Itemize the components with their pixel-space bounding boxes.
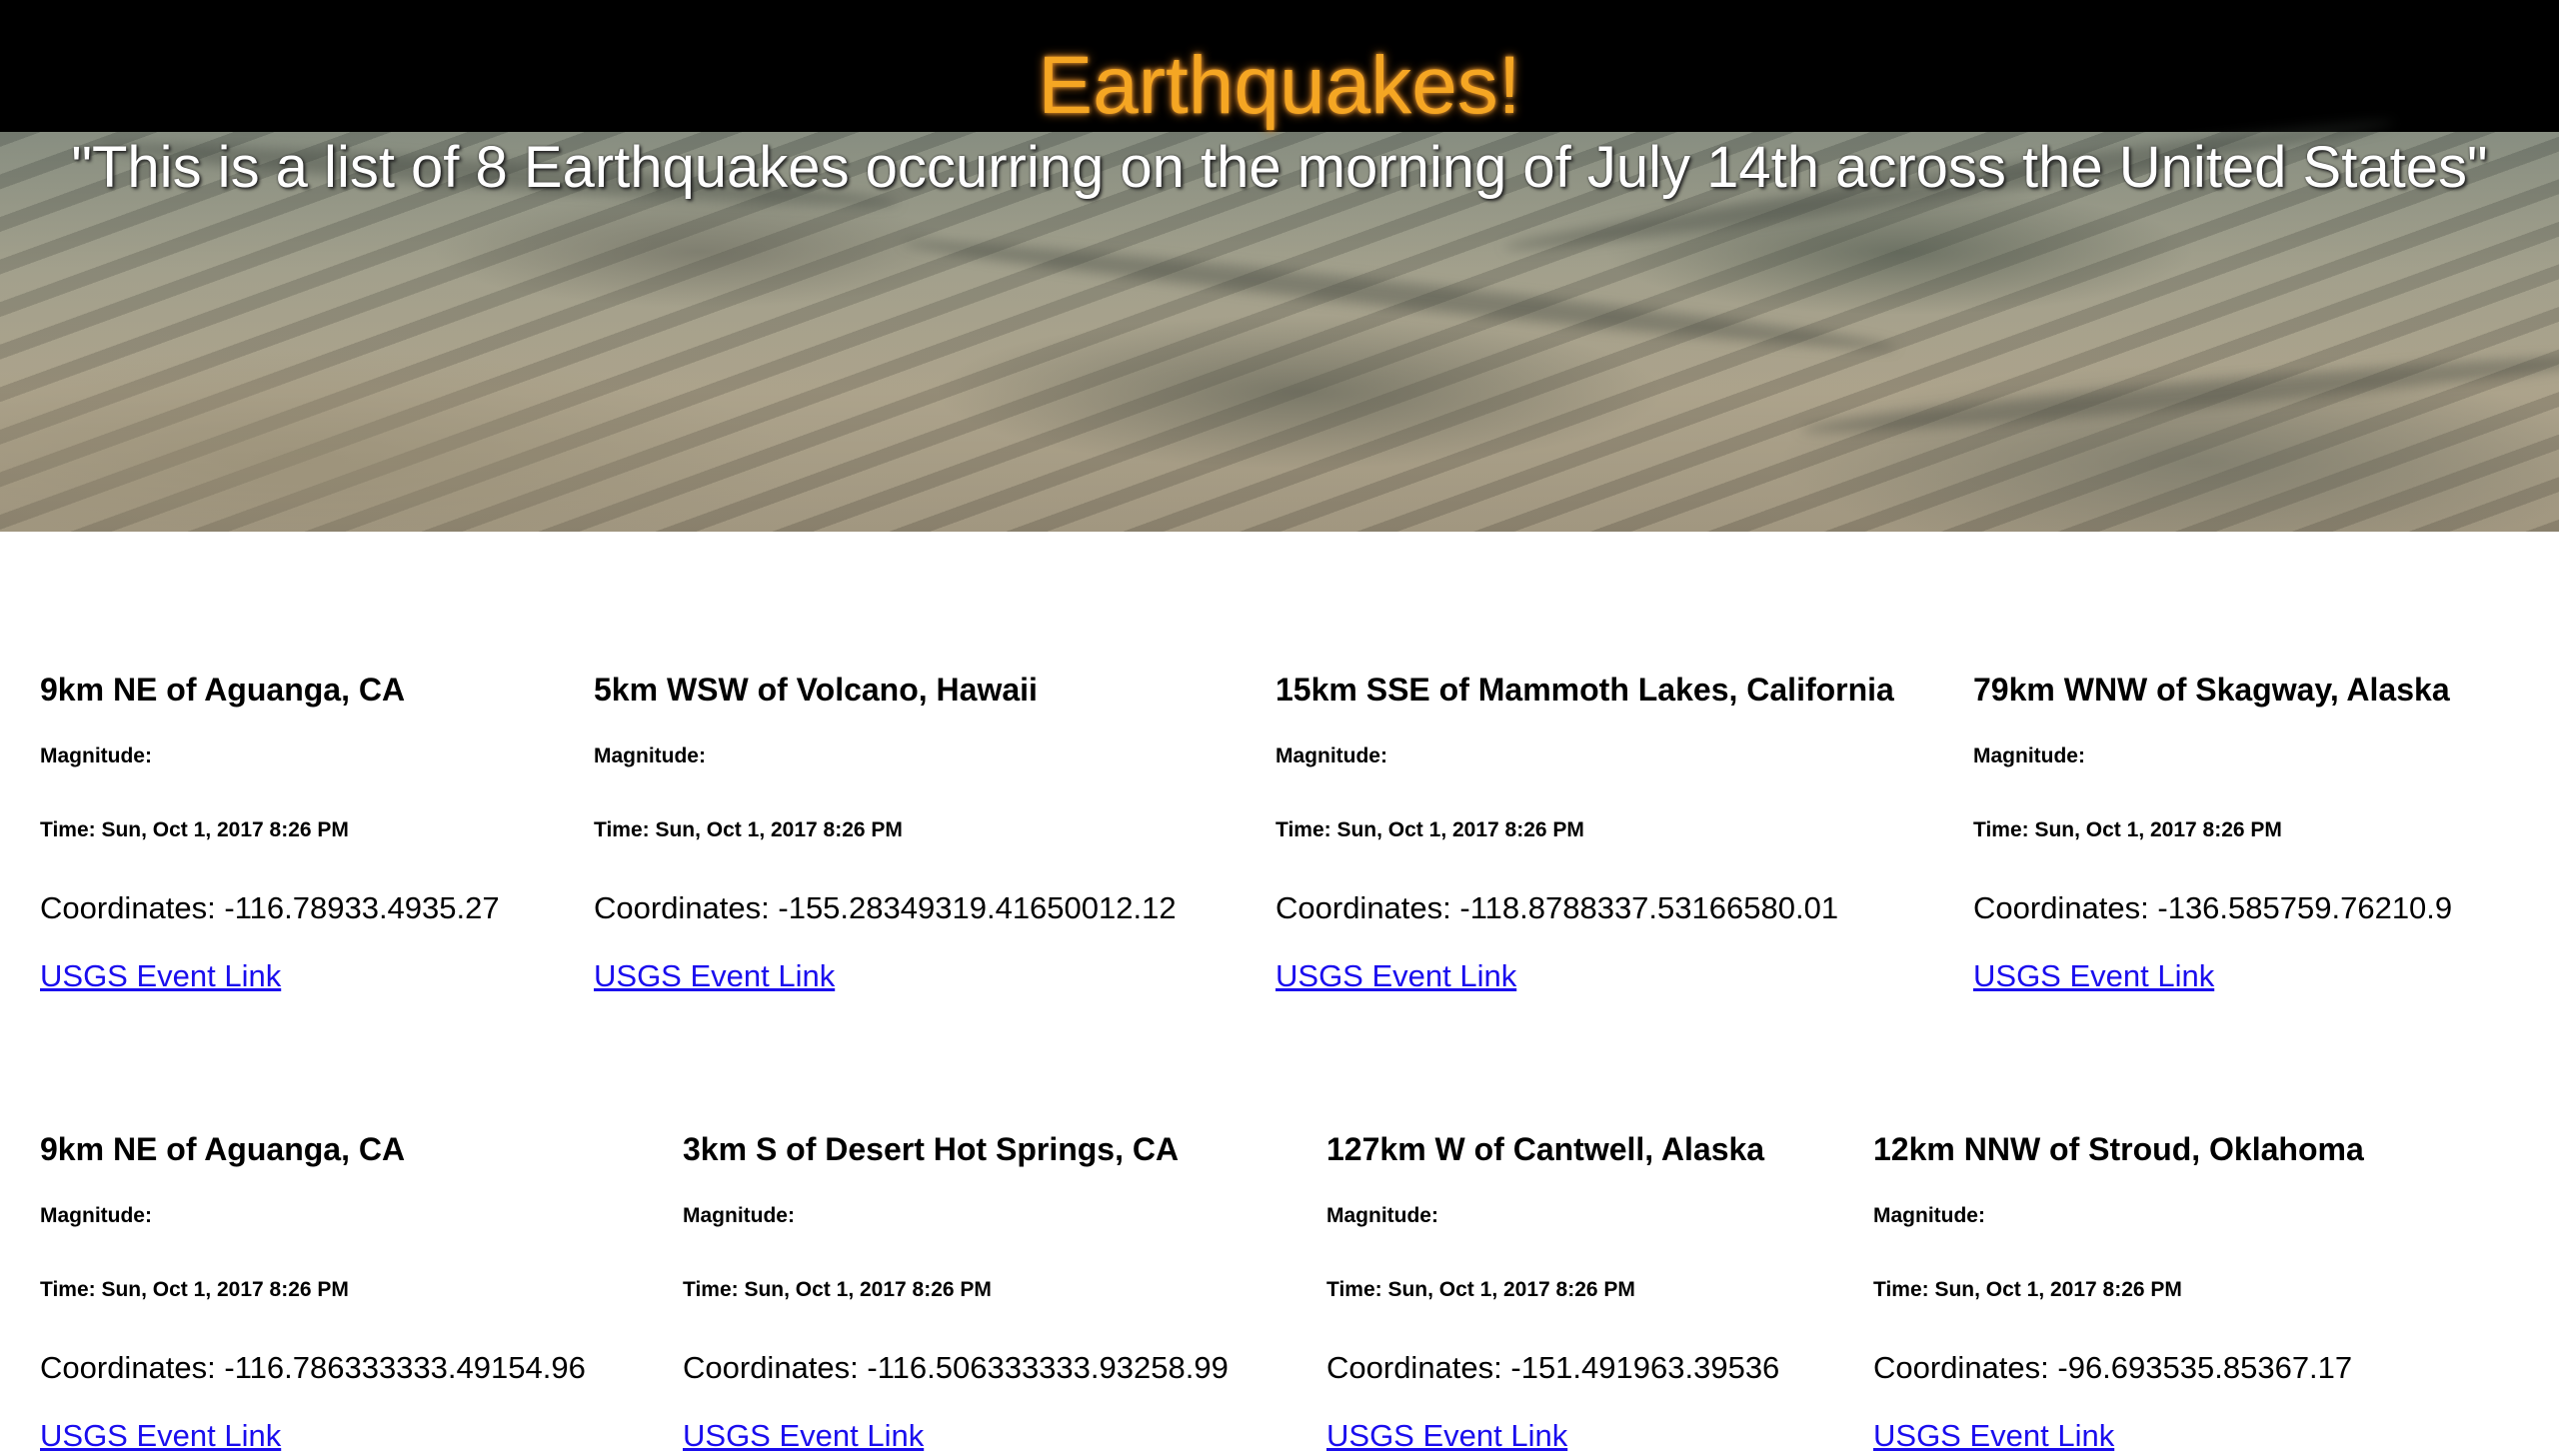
quake-place: 127km W of Cantwell, Alaska [1326, 1131, 1765, 1167]
usgs-event-link[interactable]: USGS Event Link [594, 956, 835, 996]
quake-time: Time: Sun, Oct 1, 2017 8:26 PM [1873, 1278, 2182, 1301]
quake-magnitude: Magnitude: [40, 744, 152, 767]
usgs-event-link[interactable]: USGS Event Link [40, 1416, 281, 1456]
usgs-event-link[interactable]: USGS Event Link [683, 1416, 924, 1456]
quake-magnitude: Magnitude: [594, 744, 706, 767]
usgs-event-link[interactable]: USGS Event Link [40, 956, 281, 996]
quake-place: 79km WNW of Skagway, Alaska [1973, 672, 2450, 708]
quake-place: 15km SSE of Mammoth Lakes, California [1276, 672, 1894, 708]
quake-magnitude: Magnitude: [40, 1204, 152, 1227]
quake-coordinates: Coordinates: -151.491963.39536 [1326, 1350, 1780, 1385]
quake-place: 12km NNW of Stroud, Oklahoma [1873, 1131, 2364, 1167]
quake-time: Time: Sun, Oct 1, 2017 8:26 PM [1276, 818, 1584, 841]
quake-coordinates: Coordinates: -155.28349319.41650012.12 [594, 890, 1177, 925]
page-header: Earthquakes! "This is a list of 8 Earthq… [0, 0, 2559, 532]
site-subtitle: "This is a list of 8 Earthquakes occurri… [71, 135, 2488, 200]
quake-coordinates: Coordinates: -136.585759.76210.9 [1973, 890, 2453, 925]
quake-magnitude: Magnitude: [1873, 1204, 1985, 1227]
quake-magnitude: Magnitude: [1326, 1204, 1438, 1227]
quake-coordinates: Coordinates: -96.693535.85367.17 [1873, 1350, 2353, 1385]
usgs-event-link[interactable]: USGS Event Link [1276, 956, 1516, 996]
quake-place: 3km S of Desert Hot Springs, CA [683, 1131, 1180, 1167]
quake-coordinates: Coordinates: -116.506333333.93258.99 [683, 1350, 1229, 1385]
quake-time: Time: Sun, Oct 1, 2017 8:26 PM [594, 818, 903, 841]
usgs-event-link[interactable]: USGS Event Link [1973, 956, 2214, 996]
quake-magnitude: Magnitude: [1973, 744, 2085, 767]
landscape-ridge [901, 229, 1898, 361]
quake-place: 9km NE of Aguanga, CA [40, 672, 406, 708]
quake-time: Time: Sun, Oct 1, 2017 8:26 PM [40, 818, 349, 841]
quake-time: Time: Sun, Oct 1, 2017 8:26 PM [1326, 1278, 1635, 1301]
site-title: Earthquakes! [1038, 40, 1521, 131]
quake-magnitude: Magnitude: [1276, 744, 1387, 767]
quake-coordinates: Coordinates: -118.8788337.53166580.01 [1276, 890, 1839, 925]
quake-coordinates: Coordinates: -116.78933.4935.27 [40, 890, 500, 925]
quake-coordinates: Coordinates: -116.786333333.49154.96 [40, 1350, 586, 1385]
usgs-event-link[interactable]: USGS Event Link [1326, 1416, 1567, 1456]
quake-time: Time: Sun, Oct 1, 2017 8:26 PM [683, 1278, 992, 1301]
quake-time: Time: Sun, Oct 1, 2017 8:26 PM [1973, 818, 2282, 841]
usgs-event-link[interactable]: USGS Event Link [1873, 1416, 2114, 1456]
landscape-ridge [1799, 347, 2559, 443]
quake-place: 5km WSW of Volcano, Hawaii [594, 672, 1038, 708]
quake-magnitude: Magnitude: [683, 1204, 795, 1227]
quake-place: 9km NE of Aguanga, CA [40, 1131, 406, 1167]
quake-time: Time: Sun, Oct 1, 2017 8:26 PM [40, 1278, 349, 1301]
